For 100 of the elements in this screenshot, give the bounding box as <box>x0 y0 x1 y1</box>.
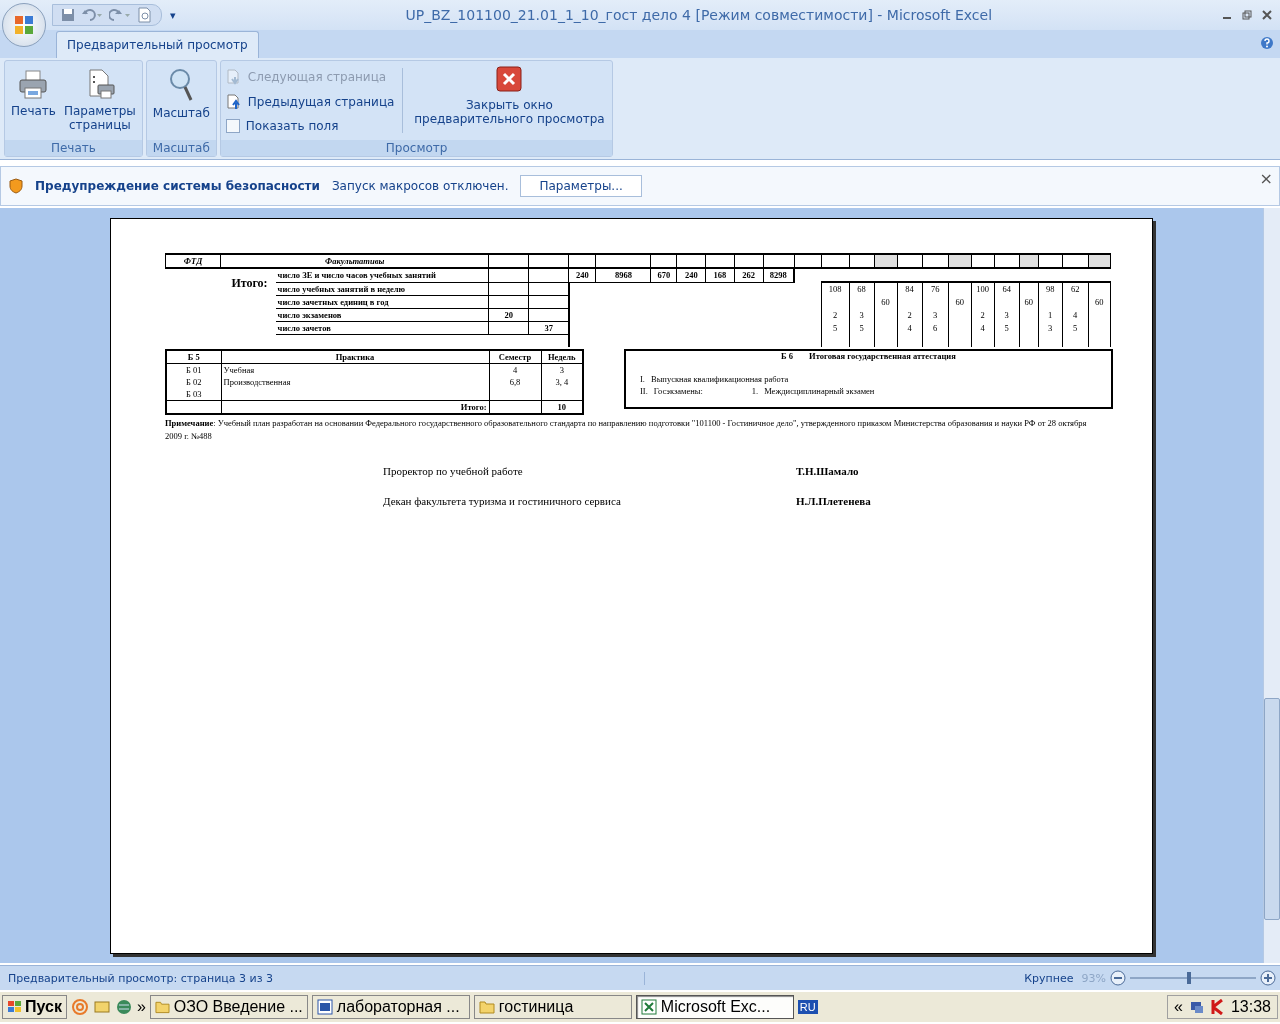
table-cell: 3 <box>541 363 583 376</box>
section-title: Итоговая государственная аттестация <box>809 350 956 361</box>
table-cell: 168 <box>706 268 734 282</box>
table-cell: ФТД <box>165 254 221 268</box>
table-cell: 108 <box>821 282 850 295</box>
checkbox-label: Показать поля <box>245 118 339 133</box>
zoom-percent: 93% <box>1081 971 1106 985</box>
table-cell: 2 <box>971 308 995 321</box>
ribbon-button[interactable]: Масштаб <box>149 64 213 137</box>
page-arrow-icon <box>225 93 242 110</box>
table-cell: 240 <box>568 268 596 282</box>
signatory-role: Проректор по учебной работе <box>383 464 524 477</box>
magnifier-icon <box>168 68 195 102</box>
flag-icon <box>7 1000 23 1014</box>
customize-menu-glyph[interactable]: ▾ <box>170 8 176 22</box>
save-icon[interactable] <box>61 8 75 22</box>
list-number: I. <box>640 372 645 385</box>
more-glyph[interactable]: » <box>136 998 146 1016</box>
k-logo-icon[interactable] <box>1210 999 1225 1015</box>
ribbon-button[interactable]: Предыдущая страница <box>223 92 397 111</box>
table-cell: 2 <box>821 308 850 321</box>
note-text: Примечание: Учебный план разработан на основании Федерального государственного образовательного стандарта по направлению подготовки "101100 - Гостиничное дело", утвержденного приказом Министерства образования и науки РФ от 28 октября 2009 г. №488 <box>165 416 1088 443</box>
printer-icon <box>17 68 50 100</box>
table-cell: Б 02 <box>166 375 221 388</box>
list-number: 1. <box>751 384 759 397</box>
column-header: Семестр <box>489 349 541 363</box>
zoom-in-icon[interactable] <box>1260 970 1276 986</box>
group-label: Печать <box>5 140 142 156</box>
totals-label: Итого: <box>165 268 276 334</box>
checkbox[interactable] <box>225 118 240 133</box>
table-cell: Производственная <box>221 375 489 388</box>
close-preview-button[interactable]: Закрыть окно предварительного просмотра <box>409 64 610 137</box>
table-cell: 6,8 <box>489 375 541 388</box>
table-cell: 10 <box>541 400 583 414</box>
table-cell: 76 <box>922 282 949 295</box>
signatory-name: Н.Л.Плетенева <box>796 494 871 507</box>
table-cell: 60 <box>874 295 898 308</box>
show-margins-checkbox[interactable]: Показать поля <box>223 117 397 134</box>
table-cell: 98 <box>1038 282 1063 295</box>
slider-thumb[interactable] <box>1187 972 1192 984</box>
help-icon[interactable] <box>1260 36 1274 50</box>
expand-glyph[interactable]: « <box>1174 998 1183 1016</box>
table-cell: 5 <box>849 321 875 334</box>
language-indicator[interactable]: RU <box>797 1000 818 1014</box>
table-cell: 100 <box>971 282 995 295</box>
close-icon <box>496 66 523 92</box>
monitor-icon[interactable] <box>1188 999 1205 1015</box>
table-cell: 64 <box>994 282 1020 295</box>
network-icon[interactable] <box>92 998 111 1016</box>
vertical-scrollbar[interactable] <box>1263 208 1280 963</box>
start-button[interactable]: Пуск <box>2 995 67 1019</box>
table-cell: 62 <box>1062 282 1089 295</box>
list-number: II. <box>640 384 648 397</box>
table-cell: 262 <box>734 268 763 282</box>
group-label: Просмотр <box>220 140 613 156</box>
table-cell: 1 <box>1038 308 1063 321</box>
list-text: Госэкзамены: <box>653 384 704 397</box>
table-cell: Б 01 <box>166 363 221 376</box>
scroll-thumb[interactable] <box>1264 698 1280 920</box>
ribbon-button[interactable]: Параметры страницы <box>60 64 139 137</box>
spreadsheet-icon <box>640 999 657 1015</box>
table-cell: 5 <box>821 321 850 334</box>
table-cell: 60 <box>1088 295 1111 308</box>
document-icon <box>316 999 333 1015</box>
zoom-in-label[interactable]: Крупнее <box>1016 971 1082 985</box>
options-button[interactable]: Параметры... <box>520 175 642 197</box>
close-icon[interactable] <box>1262 10 1272 20</box>
zoom-out-icon[interactable] <box>1110 970 1126 986</box>
redo-icon[interactable] <box>109 8 131 22</box>
table-cell: 670 <box>650 268 677 282</box>
ribbon-tab[interactable]: Предварительный просмотр <box>56 31 259 58</box>
row-label: число ЗЕ и число часов учебных занятий <box>275 268 489 282</box>
globe-icon[interactable] <box>114 998 133 1016</box>
restore-icon[interactable] <box>1242 10 1252 20</box>
print-preview-icon[interactable] <box>137 7 153 23</box>
table-cell: 20 <box>488 308 529 321</box>
table-cell: 4 <box>1062 308 1089 321</box>
table-cell: 240 <box>676 268 706 282</box>
close-glyph[interactable]: × <box>1259 169 1273 188</box>
warning-message: Запуск макросов отключен. <box>331 179 509 193</box>
status-text: Предварительный просмотр: страница 3 из 3 <box>0 971 645 985</box>
mail-icon[interactable] <box>70 998 89 1016</box>
taskbar-button[interactable]: ОЗО Введение ... <box>149 995 308 1019</box>
table-cell: 3 <box>922 308 949 321</box>
page-arrow-icon <box>225 68 242 85</box>
taskbar-button[interactable]: гостиница <box>473 995 632 1019</box>
table-cell: 4 <box>971 321 995 334</box>
ribbon-button[interactable]: Печать <box>8 64 59 137</box>
undo-icon[interactable] <box>81 8 103 22</box>
folder-icon <box>154 1000 170 1014</box>
table-cell: 4 <box>897 321 923 334</box>
table-cell: 8298 <box>763 268 795 282</box>
shield-icon <box>9 178 23 194</box>
office-logo-button[interactable] <box>2 3 46 47</box>
table-cell: 2 <box>897 308 923 321</box>
column-header: Б 5 <box>166 349 221 363</box>
taskbar-button[interactable]: лабораторная ... <box>311 995 470 1019</box>
table-cell: 8968 <box>595 268 651 282</box>
taskbar-button[interactable]: Microsoft Exc... <box>635 995 794 1019</box>
column-header: Недель <box>541 349 583 363</box>
